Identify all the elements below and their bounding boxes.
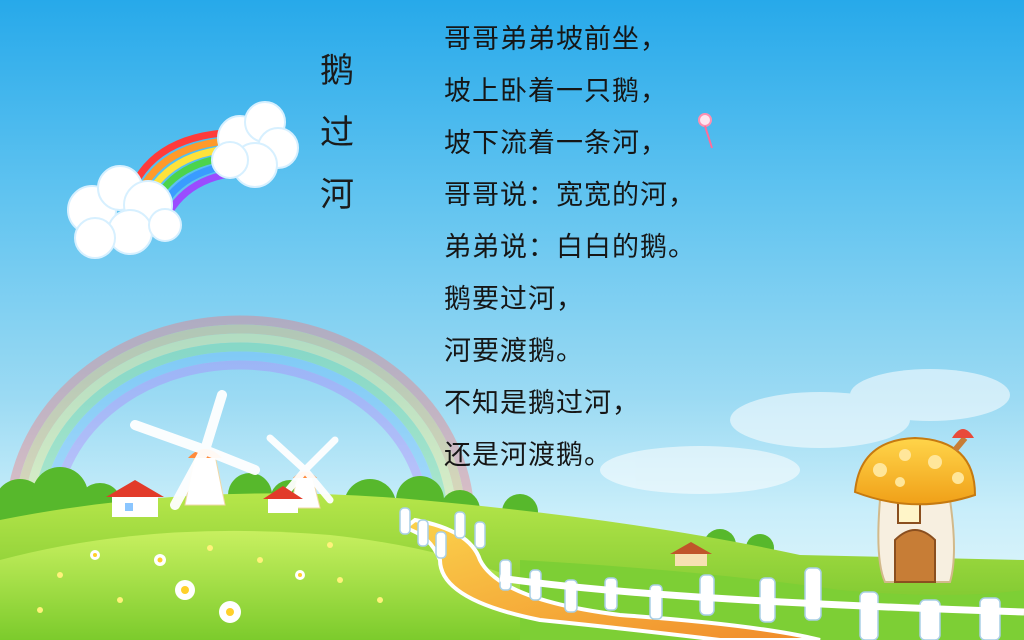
poem-line: 河要渡鹅。 bbox=[444, 336, 584, 367]
poem-line: 坡下流着一条河， bbox=[444, 128, 668, 159]
poem-title: 鹅 过 河 bbox=[312, 40, 362, 226]
cloud-icon bbox=[211, 101, 299, 188]
poem-body: 哥哥弟弟坡前坐， 坡上卧着一只鹅， 坡下流着一条河， 哥哥说：宽宽的河， 弟弟说… bbox=[444, 14, 696, 482]
kite-icon bbox=[698, 113, 713, 149]
poem-line: 哥哥弟弟坡前坐， bbox=[444, 24, 668, 55]
poem-line: 弟弟说：白白的鹅。 bbox=[444, 232, 696, 263]
poem-title-char: 过 bbox=[320, 113, 354, 153]
poem-title-char: 河 bbox=[320, 175, 354, 215]
poem-line: 哥哥说：宽宽的河， bbox=[444, 180, 696, 211]
poem-line: 坡上卧着一只鹅， bbox=[444, 76, 668, 107]
poem-line: 鹅要过河， bbox=[444, 284, 584, 315]
slide-canvas: 鹅 过 河 哥哥弟弟坡前坐， 坡上卧着一只鹅， 坡下流着一条河， 哥哥说：宽宽的… bbox=[0, 0, 1024, 640]
poem-title-char: 鹅 bbox=[320, 51, 354, 91]
poem-line: 不知是鹅过河， bbox=[444, 388, 640, 419]
poem-line: 还是河渡鹅。 bbox=[444, 440, 612, 471]
house-icon bbox=[106, 480, 164, 517]
